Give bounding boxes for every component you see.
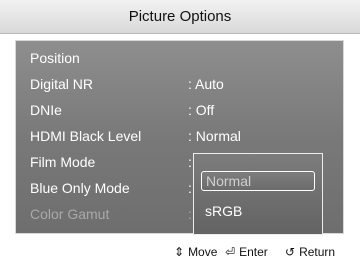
menu-item-value: : (188, 154, 192, 170)
up-down-arrows-icon: ⇕ (174, 245, 185, 259)
menu-item-label: Digital NR (30, 76, 94, 92)
menu-item-label: Film Mode (30, 154, 96, 170)
return-hint-label: Return (299, 245, 336, 259)
dropdown-option-srgb[interactable]: sRGB (201, 201, 315, 221)
tv-menu: Picture Options Position Digital NR : Au… (0, 0, 360, 264)
menu-item-label: DNIe (30, 102, 62, 118)
menu-item-value: : Normal (188, 128, 241, 144)
return-hint: ↺ Return (285, 245, 335, 259)
menu-item-position[interactable]: Position (16, 46, 343, 70)
move-hint-label: Move (188, 245, 218, 259)
menu-item-label: Position (30, 50, 80, 66)
enter-hint: ⏎ Enter (225, 245, 268, 259)
menu-title-bar: Picture Options (0, 0, 360, 34)
menu-item-value: : Auto (188, 76, 224, 92)
menu-item-digital-nr[interactable]: Digital NR : Auto (16, 72, 343, 96)
menu-item-dnie[interactable]: DNIe : Off (16, 98, 343, 122)
menu-item-value: : (188, 206, 192, 222)
footer-hints: ⇕ Move ⏎ Enter ↺ Return (0, 240, 360, 264)
menu-item-value: : Off (188, 102, 215, 118)
color-gamut-dropdown[interactable]: Normal sRGB (193, 153, 323, 235)
move-hint: ⇕ Move (174, 245, 217, 259)
enter-hint-label: Enter (239, 245, 268, 259)
return-arrow-icon: ↺ (285, 245, 296, 259)
menu-title: Picture Options (128, 8, 232, 25)
menu-item-hdmi-black-level[interactable]: HDMI Black Level : Normal (16, 124, 343, 148)
dropdown-option-normal[interactable]: Normal (201, 171, 315, 191)
menu-item-label: HDMI Black Level (30, 128, 142, 144)
menu-item-label: Color Gamut (30, 206, 110, 222)
enter-key-icon: ⏎ (225, 245, 236, 259)
menu-item-label: Blue Only Mode (30, 180, 130, 196)
menu-item-value: : (188, 180, 192, 196)
